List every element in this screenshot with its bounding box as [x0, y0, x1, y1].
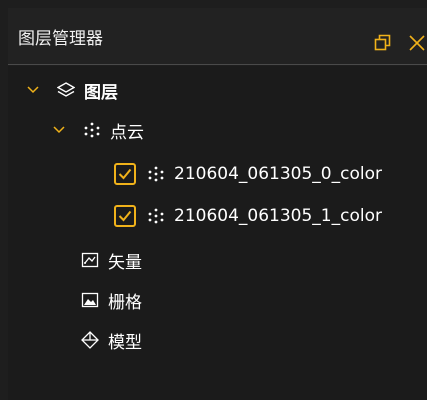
- model-cube-icon: [80, 330, 100, 350]
- tree-node-layers[interactable]: 图层: [8, 70, 427, 110]
- tree-label-layers: 图层: [84, 82, 118, 103]
- layer-visibility-checkbox[interactable]: [114, 163, 136, 185]
- layer-tree: 图层 点云 210604_061305_0_color 210604_06130…: [8, 66, 427, 400]
- layer-name: 210604_061305_1_color: [174, 206, 382, 226]
- layer-visibility-checkbox[interactable]: [114, 205, 136, 227]
- point-cloud-icon: [82, 120, 102, 140]
- layer-manager-panel: 图层管理器 图层 点云 210604_061305_0_color 210604…: [0, 0, 427, 400]
- point-cloud-icon: [146, 164, 166, 184]
- chevron-down-icon[interactable]: [26, 83, 40, 97]
- layer-name: 210604_061305_0_color: [174, 164, 382, 184]
- panel-title: 图层管理器: [18, 29, 103, 49]
- tree-label-pointcloud: 点云: [110, 122, 144, 143]
- panel-titlebar: 图层管理器: [8, 8, 427, 65]
- tree-node-pointcloud[interactable]: 点云: [8, 110, 427, 150]
- vector-icon: [80, 250, 100, 270]
- point-cloud-icon: [146, 206, 166, 226]
- tree-node-model[interactable]: 模型: [8, 320, 427, 360]
- list-item[interactable]: 210604_061305_0_color: [8, 154, 427, 194]
- tree-label-raster: 栅格: [108, 292, 142, 313]
- tree-node-raster[interactable]: 栅格: [8, 280, 427, 320]
- close-icon[interactable]: [406, 32, 427, 54]
- tree-label-vector: 矢量: [108, 252, 142, 273]
- chevron-down-icon[interactable]: [52, 123, 66, 137]
- list-item[interactable]: 210604_061305_1_color: [8, 196, 427, 236]
- image-icon: [80, 290, 100, 310]
- restore-window-icon[interactable]: [372, 32, 394, 54]
- tree-label-model: 模型: [108, 332, 142, 353]
- tree-node-vector[interactable]: 矢量: [8, 240, 427, 280]
- layers-icon: [56, 80, 76, 100]
